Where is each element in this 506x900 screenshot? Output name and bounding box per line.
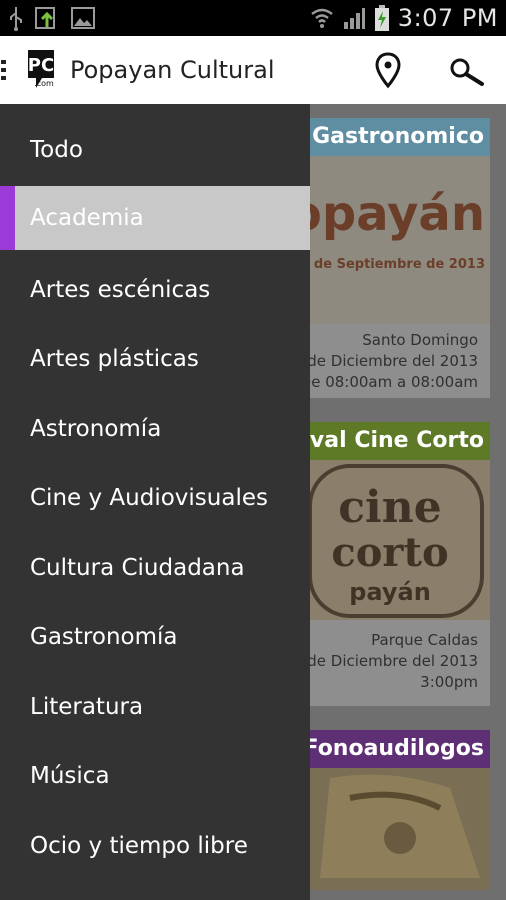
search-icon[interactable] [446,56,488,88]
drawer-item-label: Ocio y tiempo libre [30,833,248,859]
svg-text:corto: corto [331,529,448,576]
app-logo[interactable]: PC .com [22,48,60,92]
app-title: Popayan Cultural [70,56,275,84]
drawer-item-todo[interactable]: Todo [0,118,310,182]
battery-icon [374,5,389,31]
drawer-item-label: Cultura Ciudadana [30,555,245,581]
clock: 3:07 PM [397,4,498,32]
drawer-item-artes-escenicas[interactable]: Artes escénicas [0,258,310,322]
drawer-item-cultura-ciudadana[interactable]: Cultura Ciudadana [0,536,310,600]
drawer-item-label: Artes escénicas [30,277,211,303]
drawer-item-academia[interactable]: Academia [0,186,310,250]
navigation-drawer: Todo Academia Artes escénicas Artes plás… [0,104,310,900]
drawer-item-label: Literatura [30,694,144,720]
drawer-item-cine[interactable]: Cine y Audiovisuales [0,466,310,530]
menu-icon[interactable] [0,56,8,84]
drawer-item-gastronomia[interactable]: Gastronomía [0,605,310,669]
action-bar: PC .com Popayan Cultural [0,36,506,105]
status-right: 3:07 PM [310,2,498,34]
drawer-item-label: Gastronomía [30,624,178,650]
logo-text: PC [28,55,54,76]
drawer-item-label: Astronomía [30,416,162,442]
poster-subtitle: 8 de Septiembre de 2013 [300,257,485,272]
drawer-item-label: Artes plásticas [30,346,199,372]
drawer-item-astronomia[interactable]: Astronomía [0,397,310,461]
status-bar: 3:07 PM [0,0,506,36]
signal-icon [343,8,365,29]
logo-sub-text: .com [34,79,54,88]
status-left-icons [8,4,96,32]
upload-icon [35,7,55,29]
wifi-icon [311,8,333,28]
image-icon [71,7,95,29]
drawer-item-ocio[interactable]: Ocio y tiempo libre [0,814,310,878]
poster-title: opayán [289,186,485,242]
location-pin-icon[interactable] [374,52,402,90]
drawer-item-artes-plasticas[interactable]: Artes plásticas [0,327,310,391]
usb-icon [10,7,22,31]
drawer-item-label: Todo [30,137,83,163]
drawer-item-label: Cine y Audiovisuales [30,485,268,511]
drawer-item-label: Academia [30,205,144,231]
drawer-item-musica[interactable]: Música [0,744,310,808]
svg-text:cine: cine [338,482,442,533]
svg-text:payán: payán [349,578,431,606]
drawer-item-literatura[interactable]: Literatura [0,675,310,739]
drawer-item-label: Música [30,763,110,789]
selected-indicator [0,186,15,250]
